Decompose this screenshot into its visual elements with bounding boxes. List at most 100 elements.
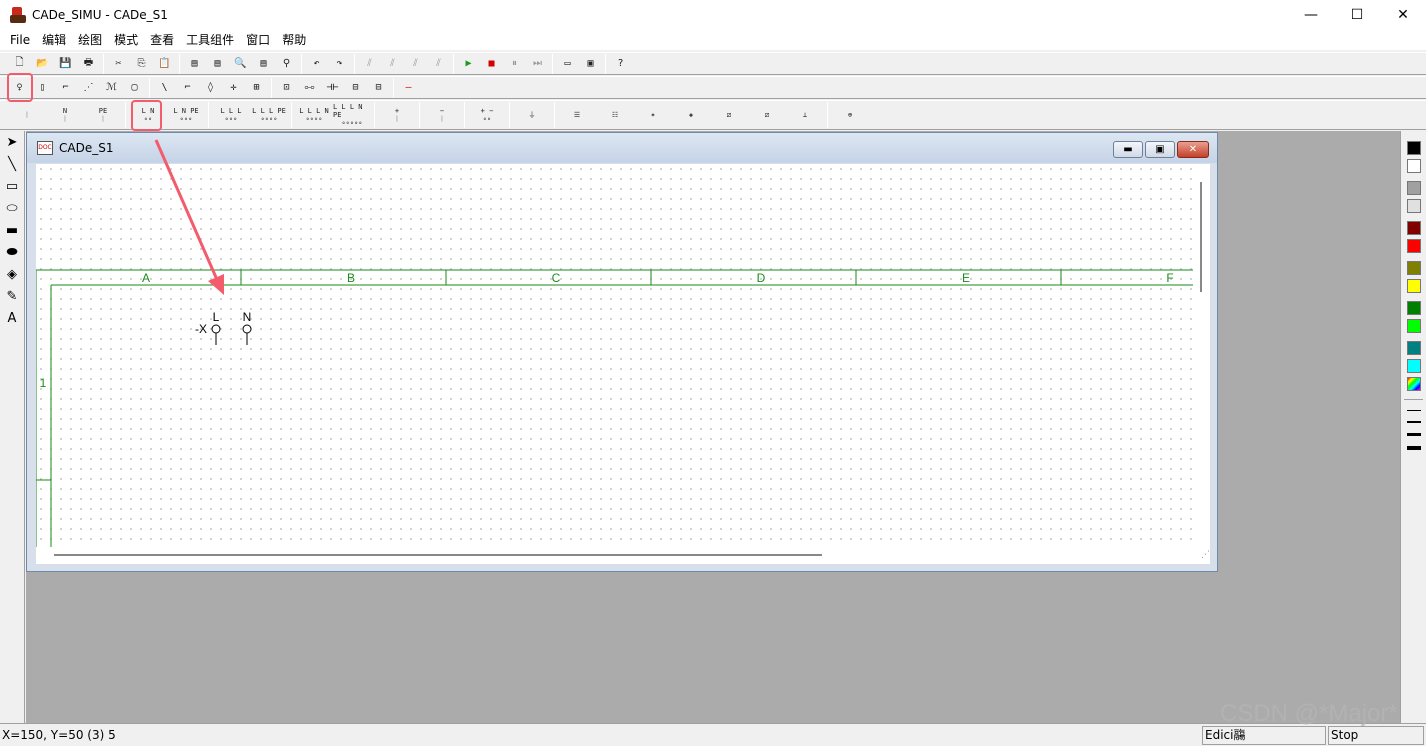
coil-button[interactable]: ▢: [123, 77, 146, 98]
zoom-button[interactable]: 🔍: [229, 53, 252, 74]
junction-button[interactable]: ✶: [634, 101, 672, 129]
resize-grip-icon[interactable]: ⋰: [1193, 547, 1210, 564]
print-button[interactable]: 🖶: [77, 53, 100, 74]
filled-rectangle-tool-icon[interactable]: ▬: [0, 219, 24, 241]
diode-button[interactable]: ◊: [199, 77, 222, 98]
align-button[interactable]: ⫽: [381, 53, 404, 74]
paste-button[interactable]: 📋: [153, 53, 176, 74]
dc-button[interactable]: + − ∘∘: [468, 101, 506, 129]
plus-button[interactable]: + ᛁ: [378, 101, 416, 129]
pe-button[interactable]: PE ᛁ: [84, 101, 122, 129]
cade-simu-app-icon[interactable]: [10, 7, 26, 23]
line-width-option[interactable]: [1406, 410, 1421, 411]
page-button[interactable]: ▤: [206, 53, 229, 74]
phase-button[interactable]: ᛁ: [8, 101, 46, 129]
color-swatch[interactable]: [1406, 141, 1421, 155]
filled-ellipse-tool-icon[interactable]: ⬬: [0, 241, 24, 263]
align-button[interactable]: ⫽: [427, 53, 450, 74]
maximize-button[interactable]: ☐: [1334, 0, 1380, 30]
drawing-canvas[interactable]: A B C D E F 1 -X L N: [36, 164, 1193, 547]
color-swatch[interactable]: [1406, 239, 1421, 253]
color-swatch[interactable]: [1406, 279, 1421, 293]
select-arrow-icon[interactable]: ➤: [0, 131, 24, 153]
fill-bucket-icon[interactable]: ◈: [0, 263, 24, 285]
menu-mode[interactable]: 模式: [108, 30, 144, 50]
color-swatch[interactable]: [1406, 181, 1421, 195]
custom-color-icon[interactable]: [1406, 377, 1421, 391]
lll-button[interactable]: L L L ∘∘∘: [212, 101, 250, 129]
help-button[interactable]: ?: [609, 53, 632, 74]
menu-view[interactable]: 查看: [144, 30, 180, 50]
cut-button[interactable]: ✂: [107, 53, 130, 74]
save-button[interactable]: 💾: [54, 53, 77, 74]
line-width-option[interactable]: [1406, 433, 1421, 436]
neutral-button[interactable]: Nᛁ: [46, 101, 84, 129]
new-button[interactable]: 🗋: [8, 53, 31, 74]
cross-button[interactable]: ✛: [222, 77, 245, 98]
io-button[interactable]: ⊟: [344, 77, 367, 98]
menu-window[interactable]: 窗口: [240, 30, 276, 50]
document-restore-button[interactable]: ▣: [1145, 141, 1175, 158]
lllnpe-button[interactable]: L L L N PE ∘∘∘∘∘: [333, 101, 371, 129]
pause-button[interactable]: ⏸: [503, 53, 526, 74]
window-button[interactable]: ▭: [556, 53, 579, 74]
relay-button[interactable]: ⊡: [275, 77, 298, 98]
ground-button[interactable]: ⏚: [513, 101, 551, 129]
minus-button[interactable]: − ᛁ: [423, 101, 461, 129]
page-button[interactable]: ▤: [252, 53, 275, 74]
menu-help[interactable]: 帮助: [276, 30, 312, 50]
close-button[interactable]: ✕: [1380, 0, 1426, 30]
align-button[interactable]: ⫽: [404, 53, 427, 74]
vertical-scrollbar[interactable]: [1193, 164, 1210, 547]
capacitor-button[interactable]: ⊣⊢: [321, 77, 344, 98]
terminal-button[interactable]: ♀: [8, 77, 31, 98]
horizontal-scroll-thumb[interactable]: [54, 554, 822, 556]
text-tool-icon[interactable]: A: [0, 307, 24, 329]
copy-button[interactable]: ⎘: [130, 53, 153, 74]
busbar-button[interactable]: ☰: [558, 101, 596, 129]
minimize-button[interactable]: —: [1288, 0, 1334, 30]
document-icon[interactable]: DOC: [37, 141, 53, 155]
stop-button[interactable]: ■: [480, 53, 503, 74]
play-button[interactable]: ▶: [457, 53, 480, 74]
motor-button[interactable]: ℳ: [100, 77, 123, 98]
page-button[interactable]: ▤: [183, 53, 206, 74]
box-button[interactable]: ⊞: [245, 77, 268, 98]
triple-switch-button[interactable]: ⋰: [77, 77, 100, 98]
find-button[interactable]: ⚲: [275, 53, 298, 74]
window-button[interactable]: ▣: [579, 53, 602, 74]
diamond-button[interactable]: ◈: [672, 101, 710, 129]
color-swatch[interactable]: [1406, 221, 1421, 235]
undo-button[interactable]: ↶: [305, 53, 328, 74]
color-swatch[interactable]: [1406, 301, 1421, 315]
color-swatch[interactable]: [1406, 359, 1421, 373]
source-button[interactable]: ⧄: [710, 101, 748, 129]
ln-button[interactable]: L N ∘∘: [129, 101, 167, 129]
line-width-option[interactable]: [1406, 446, 1421, 450]
color-swatch[interactable]: [1406, 199, 1421, 213]
open-button[interactable]: 📂: [31, 53, 54, 74]
step-button[interactable]: ⏭: [526, 53, 549, 74]
color-swatch[interactable]: [1406, 319, 1421, 333]
horizontal-scrollbar[interactable]: [36, 547, 1193, 564]
color-swatch[interactable]: [1406, 159, 1421, 173]
battery-button[interactable]: ⊥: [786, 101, 824, 129]
menu-edit[interactable]: 编辑: [36, 30, 72, 50]
contact-no-button[interactable]: \: [153, 77, 176, 98]
ln-terminal-component[interactable]: -X L N: [195, 310, 252, 345]
color-swatch[interactable]: [1406, 261, 1421, 275]
pen-tool-icon[interactable]: ✎: [0, 285, 24, 307]
color-swatch[interactable]: [1406, 341, 1421, 355]
motor-source-button[interactable]: ⊕: [831, 101, 869, 129]
lllpe-button[interactable]: L L L PE ∘∘∘∘: [250, 101, 288, 129]
lnpe-button[interactable]: L N PE ∘∘∘: [167, 101, 205, 129]
contact-nc-button[interactable]: ⌐: [176, 77, 199, 98]
line-tool-icon[interactable]: ╲: [0, 153, 24, 175]
vertical-scroll-thumb[interactable]: [1200, 182, 1202, 292]
ellipse-tool-icon[interactable]: ⬭: [0, 197, 24, 219]
menu-draw[interactable]: 绘图: [72, 30, 108, 50]
switch-button[interactable]: ⌐: [54, 77, 77, 98]
line-width-option[interactable]: [1406, 421, 1421, 423]
busbar-button[interactable]: ☷: [596, 101, 634, 129]
llln-button[interactable]: L L L N ∘∘∘∘: [295, 101, 333, 129]
